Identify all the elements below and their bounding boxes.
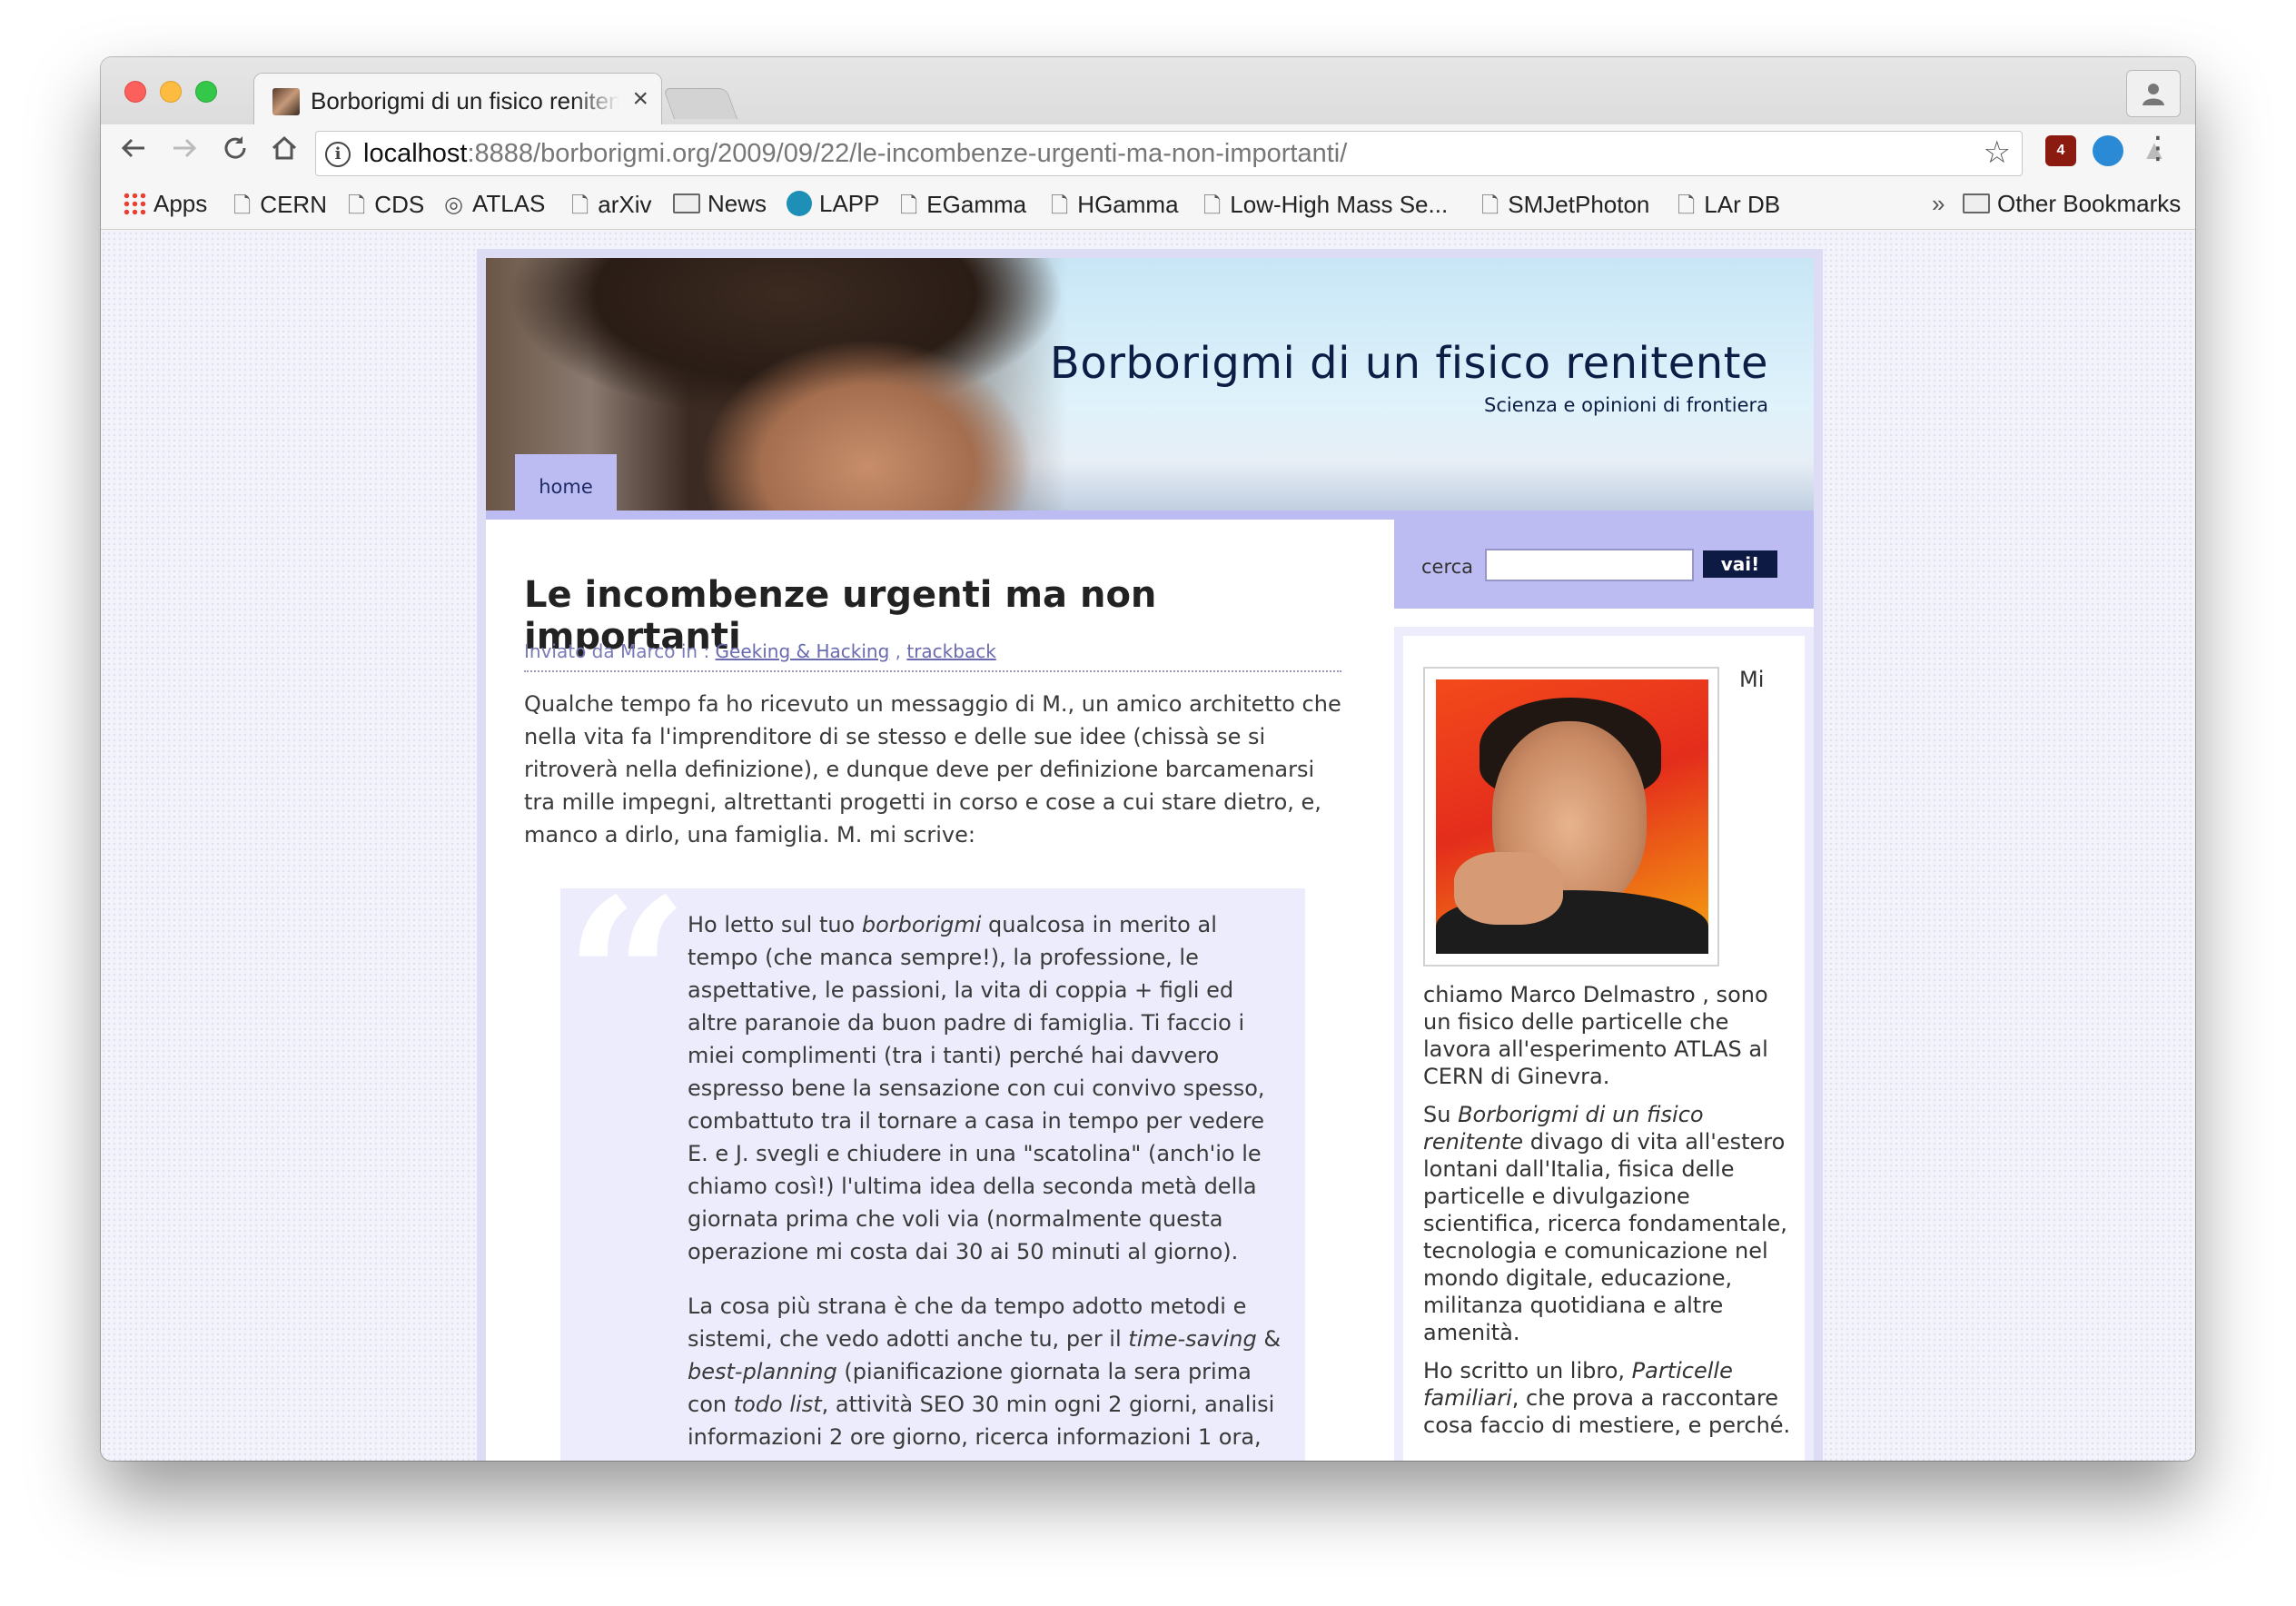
quote-paragraph-2: La cosa più strana è che da tempo adotto… (688, 1294, 1282, 1450)
browser-toolbar: i localhost:8888/borborigmi.org/2009/09/… (101, 124, 2195, 181)
site-subtitle: Scienza e opinioni di frontiera (1484, 394, 1768, 416)
bookmark-cds[interactable]: 🗋 CDS (348, 190, 424, 227)
bookmark-news[interactable]: News (673, 190, 767, 218)
author-box: Mi chiamo Marco Delmastro , sono un fisi… (1394, 627, 1814, 1461)
bookmark-other[interactable]: Other Bookmarks (1963, 190, 2181, 218)
page-icon: 🗋 (1203, 193, 1222, 218)
bookmark-egamma[interactable]: 🗋 EGamma (900, 190, 1026, 227)
quote-text: Ho letto sul tuo borborigmi qualcosa in … (688, 908, 1287, 1453)
extension-globe-icon[interactable] (2093, 135, 2123, 166)
quote-mark-icon: “ (564, 851, 690, 1107)
search-box: cerca vai! (1394, 520, 1814, 609)
home-icon[interactable] (266, 134, 302, 171)
quote-paragraph-1: Ho letto sul tuo borborigmi qualcosa in … (688, 912, 1265, 1264)
search-input[interactable] (1485, 549, 1694, 581)
star-icon[interactable]: ☆ (1984, 134, 2011, 171)
bookmark-lapp[interactable]: LAPP (787, 190, 880, 218)
author-bio: chiamo Marco Delmastro , sono un fisico … (1423, 981, 1796, 1439)
author-photo-frame (1423, 667, 1719, 967)
bookmarks-bar: Apps 🗋 CERN 🗋 CDS ◎ ATLAS 🗋 arXiv News LAPP … (101, 181, 2195, 230)
page-icon: 🗋 (1051, 193, 1069, 218)
extension-badge-icon[interactable]: 4 (2045, 135, 2076, 166)
favicon-icon (272, 88, 300, 115)
category-link[interactable]: Geeking & Hacking (716, 640, 890, 662)
folder-icon (673, 193, 700, 213)
info-icon[interactable]: i (325, 142, 351, 167)
bio-paragraph-2: Su Borborigmi di un fisico renitente div… (1423, 1102, 1787, 1345)
bookmark-low-high-mass[interactable]: 🗋 Low-High Mass Se... (1203, 190, 1448, 227)
site-header: Borborigmi di un fisico renitente Scienz… (486, 258, 1814, 520)
apps-icon (123, 192, 146, 215)
bookmark-atlas[interactable]: ◎ ATLAS (444, 190, 545, 218)
post-meta: Inviato da Marco in : Geeking & Hacking … (524, 640, 996, 662)
page-icon: 🗋 (1481, 193, 1499, 218)
bookmark-hgamma[interactable]: 🗋 HGamma (1051, 190, 1179, 227)
zoom-window-button[interactable] (195, 81, 217, 103)
back-icon[interactable] (115, 134, 152, 171)
lapp-icon (787, 191, 812, 216)
page-icon: 🗋 (233, 193, 252, 218)
site-container: Borborigmi di un fisico renitente Scienz… (477, 249, 1823, 1461)
bookmark-smjetphoton[interactable]: 🗋 SMJetPhoton (1481, 190, 1649, 227)
bookmark-cern[interactable]: 🗋 CERN (233, 190, 327, 227)
page-icon: 🗋 (348, 193, 366, 218)
browser-window: Borborigmi di un fisico renitente × i lo… (101, 57, 2195, 1461)
blockquote: “ Ho letto sul tuo borborigmi qualcosa i… (560, 870, 1305, 1461)
forward-icon[interactable] (166, 134, 203, 171)
site-title[interactable]: Borborigmi di un fisico renitente (1050, 338, 1768, 389)
bookmark-apps[interactable]: Apps (123, 190, 207, 218)
content-area: Le incombenze urgenti ma non importanti … (486, 520, 1814, 1461)
new-tab-button[interactable] (662, 88, 738, 119)
meta-separator: , (889, 640, 907, 662)
url-text: localhost:8888/borborigmi.org/2009/09/22… (363, 139, 1348, 168)
bio-start: Mi (1739, 667, 1765, 692)
meta-prefix: Inviato da Marco in : (524, 640, 716, 662)
tab-title: Borborigmi di un fisico renitente (311, 87, 619, 114)
atlas-icon: ◎ (444, 193, 463, 217)
search-label: cerca (1421, 556, 1474, 578)
bookmark-lar-db[interactable]: 🗋 LAr DB (1677, 190, 1780, 227)
profile-button[interactable] (2126, 70, 2181, 117)
author-photo (1436, 679, 1708, 954)
close-tab-icon[interactable]: × (632, 84, 648, 114)
nav-bar (486, 511, 1814, 520)
bio-paragraph-3: Ho scritto un libro, Particelle familiar… (1423, 1358, 1791, 1438)
address-bar[interactable]: i localhost:8888/borborigmi.org/2009/09/… (315, 131, 2023, 176)
bookmarks-overflow-icon[interactable]: » (1932, 190, 1945, 218)
profile-icon (2143, 84, 2164, 105)
menu-icon[interactable]: ⋮ (2143, 130, 2173, 166)
search-button[interactable]: vai! (1703, 550, 1777, 578)
trackback-link[interactable]: trackback (906, 640, 995, 662)
tab-strip: Borborigmi di un fisico renitente × (101, 57, 2195, 124)
page-icon: 🗋 (571, 193, 589, 218)
folder-icon (1963, 193, 1990, 213)
page-icon: 🗋 (1677, 193, 1696, 218)
page-icon: 🗋 (900, 193, 918, 218)
close-window-button[interactable] (124, 81, 146, 103)
page-viewport: Borborigmi di un fisico renitente Scienz… (101, 231, 2195, 1461)
bio-paragraph-1: chiamo Marco Delmastro , sono un fisico … (1423, 982, 1768, 1089)
bookmark-arxiv[interactable]: 🗋 arXiv (571, 190, 652, 227)
minimize-window-button[interactable] (160, 81, 182, 103)
reload-icon[interactable] (217, 134, 253, 171)
post-intro: Qualche tempo fa ho ricevuto un messaggi… (524, 691, 1341, 848)
active-tab[interactable]: Borborigmi di un fisico renitente × (253, 73, 662, 124)
